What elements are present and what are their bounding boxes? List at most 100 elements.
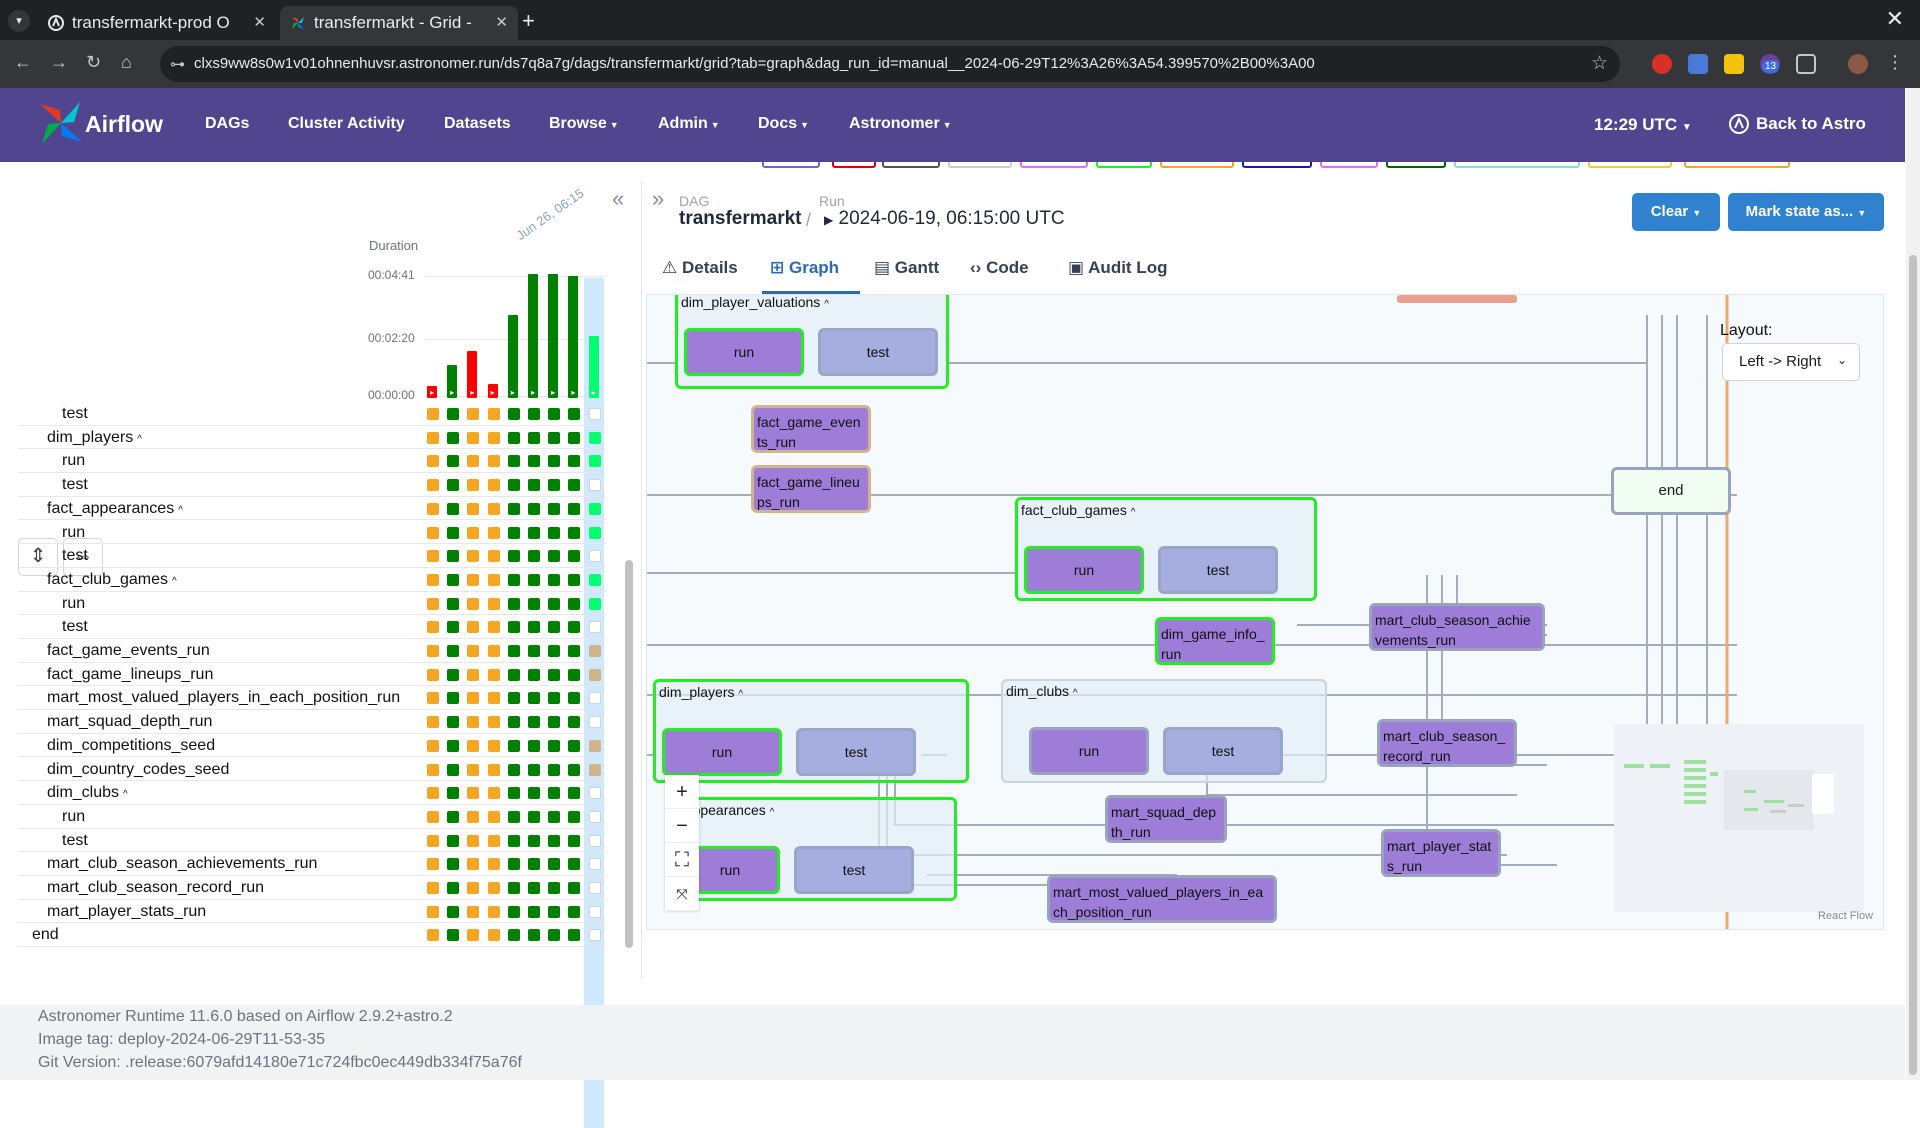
task-instance-cell[interactable] xyxy=(507,431,520,444)
graph-minimap[interactable] xyxy=(1614,724,1864,912)
legend-chip[interactable] xyxy=(1242,162,1312,168)
task-instance-cell[interactable] xyxy=(427,526,439,539)
task-instance-cell[interactable] xyxy=(568,858,581,871)
task-instance-cell[interactable] xyxy=(568,408,581,420)
task-row[interactable]: mart_squad_depth_run xyxy=(18,710,606,734)
task-instance-cell[interactable] xyxy=(528,431,540,444)
task-instance-cell[interactable] xyxy=(447,526,460,539)
window-close-icon[interactable]: ✕ xyxy=(1886,6,1904,32)
task-mart-most-valued-players-run[interactable]: mart_most_valued_players_in_ea ch_positio… xyxy=(1047,875,1277,923)
task-instance-cell[interactable] xyxy=(487,716,500,729)
task-row-label[interactable]: fact_game_lineups_run xyxy=(47,666,213,684)
task-instance-cell[interactable] xyxy=(528,716,540,729)
task-instance-cell[interactable] xyxy=(588,479,601,492)
task-instance-cell[interactable] xyxy=(568,787,581,800)
task-test[interactable]: test xyxy=(794,846,914,894)
task-instance-cell[interactable] xyxy=(568,431,581,444)
nav-cluster-activity[interactable]: Cluster Activity xyxy=(288,115,405,133)
extension-yellow-icon[interactable] xyxy=(1724,54,1744,74)
task-dim-game-info-run[interactable]: dim_game_info_ run xyxy=(1155,617,1275,665)
url-text[interactable]: clxs9ww8s0w1v01ohnenhuvsr.astronomer.run… xyxy=(194,55,1315,72)
task-instance-cell[interactable] xyxy=(568,692,581,705)
task-instance-cell[interactable] xyxy=(447,882,460,894)
react-flow-attribution[interactable]: React Flow xyxy=(1818,910,1873,922)
task-instance-cell[interactable] xyxy=(548,597,561,610)
tab-details[interactable]: ⚠ Details xyxy=(662,258,738,278)
task-instance-cell[interactable] xyxy=(548,858,561,871)
task-instance-cell[interactable] xyxy=(507,739,520,752)
run-duration-bar[interactable]: ▸ xyxy=(467,351,478,398)
site-info-icon[interactable]: ⊶ xyxy=(170,55,185,73)
fit-view-icon[interactable]: ⛶ xyxy=(665,843,699,877)
task-instance-cell[interactable] xyxy=(427,479,439,492)
task-instance-cell[interactable] xyxy=(447,431,460,444)
task-instance-cell[interactable] xyxy=(467,834,480,847)
task-row[interactable]: dim_country_codes_seed xyxy=(18,758,606,782)
task-instance-cell[interactable] xyxy=(447,692,460,705)
task-row[interactable]: fact_club_games ^ xyxy=(18,568,606,592)
task-row[interactable]: fact_game_events_run xyxy=(18,639,606,663)
task-row-label[interactable]: fact_club_games ^ xyxy=(47,571,177,589)
legend-chip[interactable] xyxy=(1588,162,1672,168)
task-instance-cell[interactable] xyxy=(507,905,520,918)
task-instance-cell[interactable] xyxy=(588,621,601,634)
task-instance-cell[interactable] xyxy=(528,573,540,586)
task-instance-cell[interactable] xyxy=(548,692,561,705)
task-row-label[interactable]: run xyxy=(62,524,85,542)
group-dim-clubs[interactable]: dim_clubs ^ run test xyxy=(1001,679,1327,783)
task-row[interactable]: mart_player_stats_run xyxy=(18,900,606,924)
new-tab-icon[interactable]: + xyxy=(522,8,535,34)
task-instance-cell[interactable] xyxy=(507,621,520,634)
tab-audit-log[interactable]: ▣ Audit Log xyxy=(1068,258,1167,278)
task-row[interactable]: run xyxy=(18,449,606,474)
task-instance-cell[interactable] xyxy=(588,408,601,420)
task-instance-cell[interactable] xyxy=(467,810,480,823)
task-instance-cell[interactable] xyxy=(427,645,439,657)
task-instance-cell[interactable] xyxy=(568,573,581,586)
task-instance-cell[interactable] xyxy=(568,739,581,752)
task-instance-cell[interactable] xyxy=(447,929,460,942)
task-instance-cell[interactable] xyxy=(427,502,439,515)
task-instance-cell[interactable] xyxy=(467,550,480,563)
task-instance-cell[interactable] xyxy=(487,526,500,539)
task-instance-cell[interactable] xyxy=(548,716,561,729)
task-instance-cell[interactable] xyxy=(507,716,520,729)
task-row-label[interactable]: mart_club_season_record_run xyxy=(47,879,264,897)
task-row-label[interactable]: mart_most_valued_players_in_each_positio… xyxy=(47,689,400,707)
task-instance-cell[interactable] xyxy=(507,834,520,847)
page-scroll-thumb[interactable] xyxy=(1909,255,1917,1075)
task-instance-cell[interactable] xyxy=(487,431,500,444)
task-row[interactable]: fact_game_lineups_run xyxy=(18,663,606,687)
task-instance-cell[interactable] xyxy=(528,621,540,634)
extension-translate-icon[interactable] xyxy=(1688,54,1708,74)
task-row[interactable]: test xyxy=(18,829,606,853)
extension-red-icon[interactable] xyxy=(1652,54,1672,74)
nav-astronomer[interactable]: Astronomer ▼ xyxy=(849,115,952,133)
nav-datasets[interactable]: Datasets xyxy=(444,115,511,133)
task-instance-cell[interactable] xyxy=(467,621,480,634)
task-instance-cell[interactable] xyxy=(447,479,460,492)
task-instance-cell[interactable] xyxy=(568,882,581,894)
run-duration-bar[interactable]: ▸ xyxy=(568,276,579,398)
reload-icon[interactable]: ↻ xyxy=(86,52,101,73)
task-instance-cell[interactable] xyxy=(528,929,540,942)
task-instance-cell[interactable] xyxy=(447,858,460,871)
task-instance-cell[interactable] xyxy=(548,810,561,823)
task-instance-cell[interactable] xyxy=(467,597,480,610)
task-instance-cell[interactable] xyxy=(588,692,601,705)
task-instance-cell[interactable] xyxy=(568,834,581,847)
task-instance-cell[interactable] xyxy=(427,763,439,776)
task-instance-cell[interactable] xyxy=(427,787,439,800)
task-row[interactable]: mart_most_valued_players_in_each_positio… xyxy=(18,686,606,711)
task-instance-cell[interactable] xyxy=(528,645,540,657)
task-instance-cell[interactable] xyxy=(568,621,581,634)
task-instance-cell[interactable] xyxy=(548,408,561,420)
task-instance-cell[interactable] xyxy=(528,905,540,918)
task-instance-cell[interactable] xyxy=(548,834,561,847)
task-instance-cell[interactable] xyxy=(427,597,439,610)
chevron-up-icon[interactable]: ^ xyxy=(123,789,128,800)
task-instance-cell[interactable] xyxy=(467,716,480,729)
legend-chip[interactable] xyxy=(1320,162,1378,168)
expand-panel-icon[interactable]: » xyxy=(652,186,664,212)
task-row-label[interactable]: test xyxy=(62,476,88,494)
